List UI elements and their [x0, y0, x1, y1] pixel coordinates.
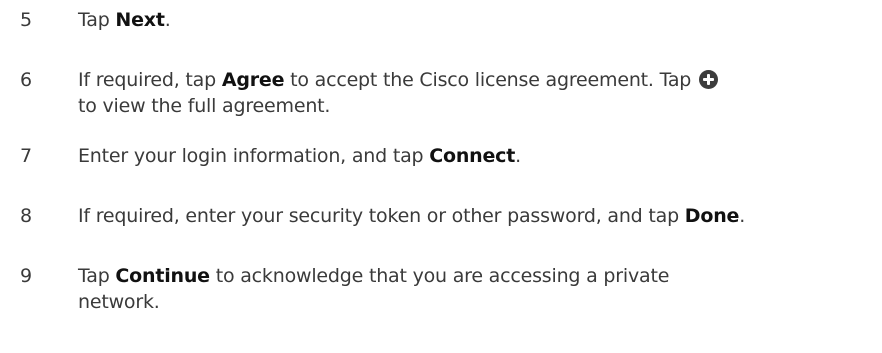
step-number: 8 — [20, 205, 32, 227]
step-text-part: . — [164, 9, 171, 31]
step-text: If required, tap Agree to accept the Cis… — [78, 67, 718, 119]
continue-label: Continue — [115, 265, 210, 287]
step-text-part: Tap — [78, 265, 116, 287]
step-text-part: to view the full agreement. — [78, 95, 331, 117]
step-text: Tap Continue to acknowledge that you are… — [78, 263, 678, 315]
step-text-part: If required, tap — [78, 69, 222, 91]
step-number: 7 — [20, 145, 32, 167]
instruction-steps: 5 Tap Next. 6 If required, tap Agree to … — [0, 0, 882, 353]
connect-label: Connect — [429, 145, 516, 167]
step-text: If required, enter your security token o… — [78, 203, 838, 229]
step-text-part: . — [515, 145, 521, 167]
step-text-part: to accept the Cisco license agreement. T… — [284, 69, 697, 91]
step-text: Tap Next. — [78, 7, 718, 33]
done-label: Done — [684, 205, 740, 227]
step-text-part: . — [739, 205, 746, 227]
agree-label: Agree — [221, 69, 285, 91]
step-number: 9 — [20, 265, 32, 287]
step-text-part: Enter your login information, and tap — [78, 145, 430, 167]
plus-circle-icon[interactable] — [699, 70, 718, 89]
step-text-part: Tap — [78, 9, 116, 31]
step-number: 5 — [20, 9, 32, 31]
step-text: Enter your login information, and tap Co… — [78, 143, 718, 169]
next-label: Next — [115, 9, 165, 31]
step-text-part: If required, enter your security token o… — [78, 205, 685, 227]
step-number: 6 — [20, 69, 32, 91]
